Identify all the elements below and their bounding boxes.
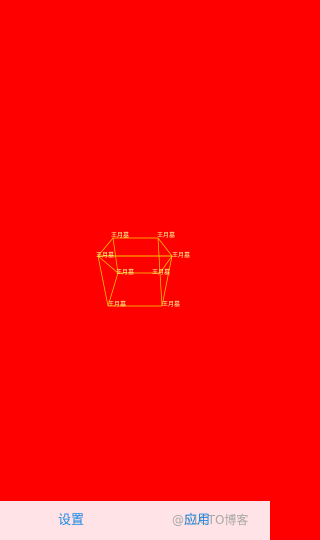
node-label: 王月墓 (95, 252, 115, 259)
wireframe-cube (97, 237, 173, 307)
node-label: 王月墓 (171, 252, 191, 259)
apply-button[interactable]: 应用 (184, 501, 210, 540)
node-label: 王月墓 (110, 232, 130, 239)
settings-button[interactable]: 设置 (58, 501, 84, 540)
cube-edge-right-inner (157, 237, 161, 274)
node-label: 王月墓 (107, 301, 127, 308)
bottom-toolbar: 设置 @51CTO博客 应用 (0, 501, 270, 540)
render-canvas[interactable]: 王月墓 王月墓 王月墓 王月墓 王月墓 王月墓 王月墓 王月墓 (0, 0, 270, 501)
node-label: 王月墓 (161, 301, 181, 308)
node-label: 王月墓 (115, 269, 135, 276)
node-label: 王月墓 (151, 269, 171, 276)
node-label: 王月墓 (156, 232, 176, 239)
